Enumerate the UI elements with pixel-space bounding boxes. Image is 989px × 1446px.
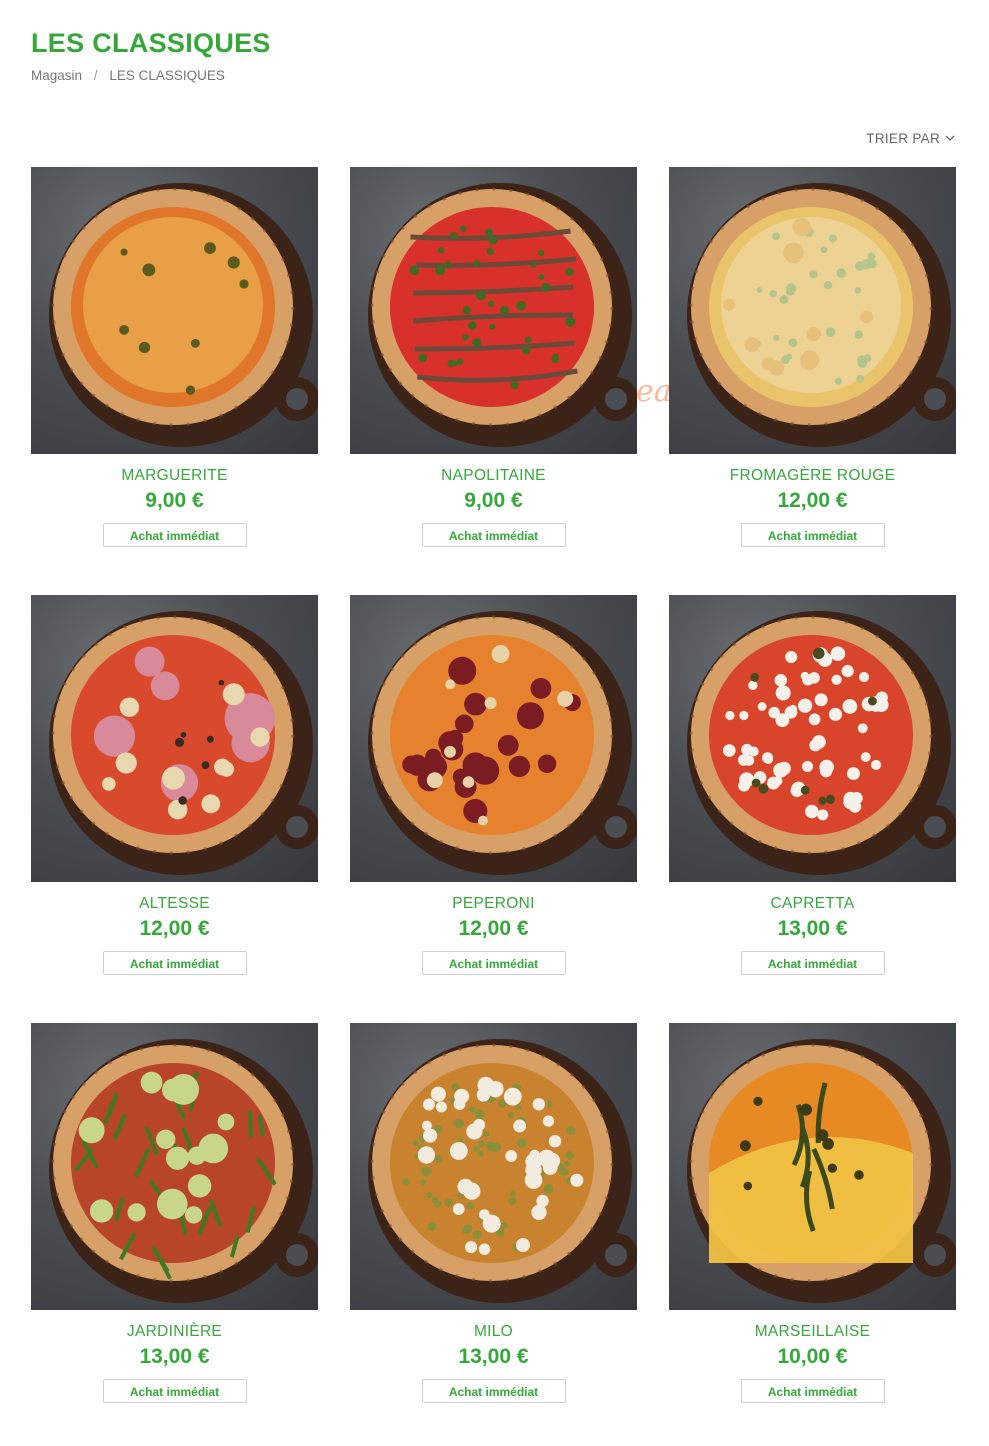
product-card: MARGUERITE 9,00 € Achat immédiat <box>31 167 318 547</box>
chevron-down-icon <box>945 135 955 141</box>
product-image[interactable] <box>350 595 637 882</box>
product-card: MARSEILLAISE 10,00 € Achat immédiat <box>669 1023 956 1403</box>
buy-now-button[interactable]: Achat immédiat <box>421 1379 566 1403</box>
buy-now-button[interactable]: Achat immédiat <box>740 1379 885 1403</box>
product-image[interactable] <box>350 167 637 454</box>
pizza-illustration <box>49 183 318 447</box>
product-name[interactable]: CAPRETTA <box>669 895 956 913</box>
product-image[interactable] <box>31 1023 318 1310</box>
product-name[interactable]: NAPOLITAINE <box>350 467 637 485</box>
breadcrumb-separator: / <box>93 68 98 83</box>
product-price: 12,00 € <box>777 489 848 512</box>
product-name[interactable]: ALTESSE <box>31 895 318 913</box>
product-card: ALTESSE 12,00 € Achat immédiat <box>31 595 318 975</box>
pizza-illustration <box>368 611 637 875</box>
product-card: MILO 13,00 € Achat immédiat <box>350 1023 637 1403</box>
product-name[interactable]: JARDINIÈRE <box>31 1323 318 1341</box>
product-price: 13,00 € <box>458 1345 529 1368</box>
breadcrumb-current: LES CLASSIQUES <box>109 68 225 83</box>
product-image[interactable] <box>350 1023 637 1310</box>
sort-label: TRIER PAR <box>866 131 940 146</box>
pizza-illustration <box>368 1039 637 1303</box>
pizza-illustration <box>49 1039 318 1303</box>
pizza-illustration <box>687 1039 956 1303</box>
buy-now-button[interactable]: Achat immédiat <box>421 523 566 547</box>
breadcrumb-home-link[interactable]: Magasin <box>31 68 82 83</box>
product-name[interactable]: MARSEILLAISE <box>669 1323 956 1341</box>
breadcrumb: Magasin / LES CLASSIQUES <box>31 68 225 83</box>
sort-dropdown[interactable]: TRIER PAR <box>866 131 955 146</box>
buy-now-button[interactable]: Achat immédiat <box>102 951 247 975</box>
pizza-illustration <box>368 183 637 447</box>
product-image[interactable] <box>31 167 318 454</box>
product-card: CAPRETTA 13,00 € Achat immédiat <box>669 595 956 975</box>
product-price: 9,00 € <box>145 489 204 512</box>
buy-now-button[interactable]: Achat immédiat <box>102 1379 247 1403</box>
product-card: FROMAGÈRE ROUGE 12,00 € Achat immédiat <box>669 167 956 547</box>
product-image[interactable] <box>669 1023 956 1310</box>
product-price: 12,00 € <box>139 917 210 940</box>
product-image[interactable] <box>669 167 956 454</box>
product-name[interactable]: PEPERONI <box>350 895 637 913</box>
buy-now-button[interactable]: Achat immédiat <box>740 951 885 975</box>
pizza-illustration <box>49 611 318 875</box>
product-price: 13,00 € <box>777 917 848 940</box>
buy-now-button[interactable]: Achat immédiat <box>421 951 566 975</box>
product-image[interactable] <box>669 595 956 882</box>
product-name[interactable]: MARGUERITE <box>31 467 318 485</box>
product-image[interactable] <box>31 595 318 882</box>
product-name[interactable]: FROMAGÈRE ROUGE <box>669 467 956 485</box>
buy-now-button[interactable]: Achat immédiat <box>740 523 885 547</box>
product-price: 9,00 € <box>464 489 523 512</box>
pizza-illustration <box>687 611 956 875</box>
product-card: PEPERONI 12,00 € Achat immédiat <box>350 595 637 975</box>
product-name[interactable]: MILO <box>350 1323 637 1341</box>
product-price: 13,00 € <box>139 1345 210 1368</box>
page-title: LES CLASSIQUES <box>31 28 271 58</box>
buy-now-button[interactable]: Achat immédiat <box>102 523 247 547</box>
product-card: NAPOLITAINE 9,00 € Achat immédiat <box>350 167 637 547</box>
product-price: 10,00 € <box>777 1345 848 1368</box>
product-price: 12,00 € <box>458 917 529 940</box>
product-card: JARDINIÈRE 13,00 € Achat immédiat <box>31 1023 318 1403</box>
pizza-illustration <box>687 183 956 447</box>
product-grid: MARGUERITE 9,00 € Achat immédiat NAPOLIT… <box>31 167 956 1403</box>
